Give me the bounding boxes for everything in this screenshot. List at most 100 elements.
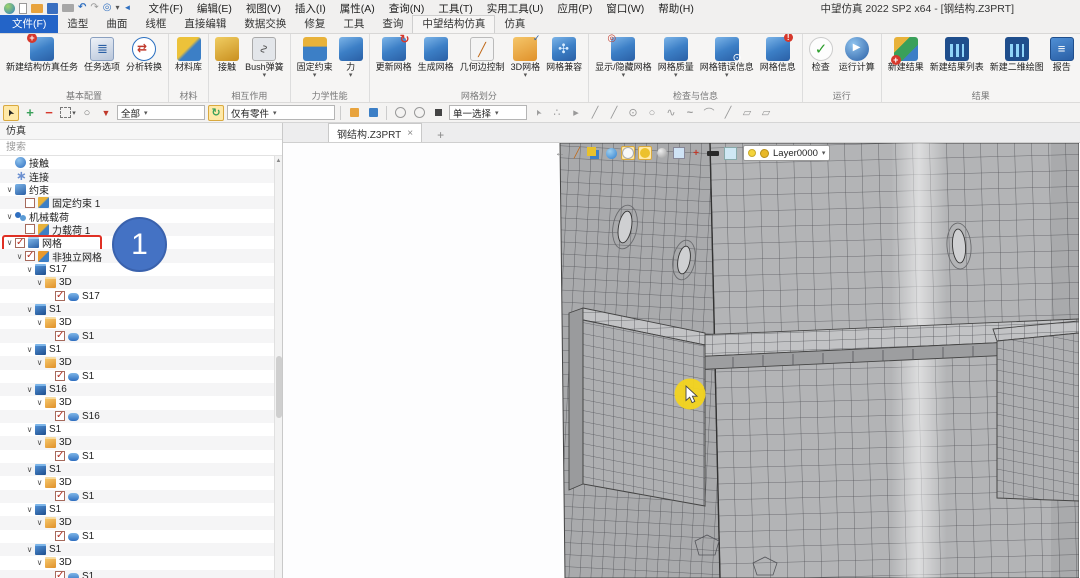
menu-item[interactable]: 帮助(H) [651,0,701,17]
ribbon-button-bush-spring[interactable]: Bush弹簧▾ [242,37,287,79]
dark-square-icon[interactable] [430,105,446,121]
ribbon-button-new-result[interactable]: 新建结果 [885,37,927,73]
sphere-white-icon[interactable] [621,146,635,160]
print-icon[interactable] [62,4,74,12]
ribbon-button-new-sim-task[interactable]: 新建结构仿真任务 [3,37,81,73]
chevron-down-icon[interactable]: ∨ [24,425,35,434]
window-select-icon[interactable] [60,105,76,121]
collapse-icon[interactable] [124,2,132,14]
caret-icon[interactable] [116,2,120,14]
scroll-up-icon[interactable]: ▲ [275,158,282,164]
tree-item-3D[interactable]: ∨3D [0,396,282,409]
entity-filter-select[interactable]: 全部▾ [117,105,205,120]
ribbon-button-contact[interactable]: 接触 [212,37,242,73]
cyan-square-icon[interactable] [723,146,737,160]
chevron-down-icon[interactable]: ▾ [674,73,678,79]
new-tab-button[interactable]: + [432,128,449,142]
checkbox-checked[interactable] [15,238,25,248]
ribbon-button-run-calc[interactable]: 运行计算 [836,37,878,73]
document-tab[interactable]: 钢结构.Z3PRT × [328,123,422,142]
chevron-down-icon[interactable]: ∨ [34,558,45,567]
frame-icon[interactable] [672,146,686,160]
ribbon-button-mesh-quality[interactable]: 网格质量▾ [655,37,697,79]
circle-center-icon[interactable] [625,105,641,121]
history2-icon[interactable] [411,105,427,121]
tree-item-接触[interactable]: 接触 [0,156,282,169]
chevron-down-icon[interactable]: ∨ [24,465,35,474]
chevron-down-icon[interactable]: ∨ [4,185,15,194]
tree-item-S17[interactable]: S17 [0,289,282,302]
chevron-down-icon[interactable]: ∨ [24,545,35,554]
ref-icon[interactable] [568,105,584,121]
chevron-down-icon[interactable]: ∨ [34,358,45,367]
tree-item-S1[interactable]: S1 [0,329,282,342]
square-blue-icon[interactable] [365,105,381,121]
exit-icon[interactable] [553,146,567,160]
tree-item-S1[interactable]: ∨S1 [0,463,282,476]
ribbon-button-generate-mesh[interactable]: 生成网格 [415,37,457,73]
checkbox-unchecked[interactable] [25,224,35,234]
line2-icon[interactable] [606,105,622,121]
checkbox-checked[interactable] [55,291,65,301]
tree-item-3D[interactable]: ∨3D [0,276,282,289]
segment-icon[interactable] [720,105,736,121]
ribbon-tab-线框[interactable]: 线框 [136,16,175,33]
chevron-down-icon[interactable]: ∨ [4,212,15,221]
chevron-down-icon[interactable]: ∨ [4,238,15,247]
chevron-down-icon[interactable]: ▾ [263,73,267,79]
tree-item-3D[interactable]: ∨3D [0,556,282,569]
ribbon-button-update-mesh[interactable]: 更新网格 [373,37,415,73]
chevron-down-icon[interactable]: ∨ [34,318,45,327]
open-file-icon[interactable] [31,4,43,13]
chevron-down-icon[interactable]: ∨ [24,305,35,314]
chevron-down-icon[interactable]: ∨ [24,345,35,354]
arc-icon[interactable] [701,105,717,121]
point-icon[interactable] [549,105,565,121]
wave-icon[interactable] [682,105,698,121]
search-input[interactable] [0,140,282,156]
ribbon-button-show-hide-mesh[interactable]: 显示/隐藏网格▾ [592,37,655,79]
tree-item-S1[interactable]: ∨S1 [0,543,282,556]
pick-remove-icon[interactable] [41,105,57,121]
menu-item[interactable]: 窗口(W) [599,0,651,17]
tree-item-S1[interactable]: ∨S1 [0,343,282,356]
ribbon-button-mesh-3d[interactable]: 3D网格▾ [508,37,544,79]
lasso-select-icon[interactable] [79,105,95,121]
pointer-icon[interactable] [530,105,546,121]
regen-icon[interactable] [103,2,112,14]
dark-bar-icon[interactable] [706,146,720,160]
tree-item-S1[interactable]: S1 [0,450,282,463]
mesh-model[interactable] [283,143,1079,578]
face2-icon[interactable] [758,105,774,121]
pick-add-icon[interactable] [22,105,38,121]
checkbox-checked[interactable] [55,571,65,578]
ribbon-tab-仿真[interactable]: 仿真 [495,16,534,33]
tree-item-S1[interactable]: S1 [0,530,282,543]
ribbon-button-task-options[interactable]: 任务选项 [81,37,123,73]
close-tab-icon[interactable]: × [407,128,413,139]
app-logo-icon[interactable] [4,3,15,14]
checkbox-checked[interactable] [55,331,65,341]
brush-icon[interactable] [570,146,584,160]
ribbon-button-new-2d-plot[interactable]: 新建二维绘图 [987,37,1047,73]
tree-item-S16[interactable]: S16 [0,410,282,423]
tree-item-S1[interactable]: S1 [0,570,282,578]
ribbon-tab-修复[interactable]: 修复 [295,16,334,33]
ribbon-tab-造型[interactable]: 造型 [58,16,97,33]
checkbox-checked[interactable] [25,251,35,261]
checkbox-checked[interactable] [55,371,65,381]
globe-icon[interactable] [604,146,618,160]
chevron-down-icon[interactable]: ∨ [34,438,45,447]
face-icon[interactable] [739,105,755,121]
tree-item-3D[interactable]: ∨3D [0,516,282,529]
checkbox-checked[interactable] [55,531,65,541]
file-menu-button[interactable]: 文件(F) [0,15,58,33]
layer-select[interactable]: Layer0000▾ [743,145,830,161]
tree-item-S1[interactable]: S1 [0,370,282,383]
ribbon-button-check[interactable]: 检查 [806,37,836,73]
ribbon-button-report[interactable]: 报告 [1047,37,1077,73]
tree-item-约束[interactable]: ∨约束 [0,183,282,196]
chevron-down-icon[interactable]: ▾ [725,73,729,79]
ribbon-tab-直接编辑[interactable]: 直接编辑 [175,16,235,33]
chevron-down-icon[interactable]: ∨ [24,385,35,394]
